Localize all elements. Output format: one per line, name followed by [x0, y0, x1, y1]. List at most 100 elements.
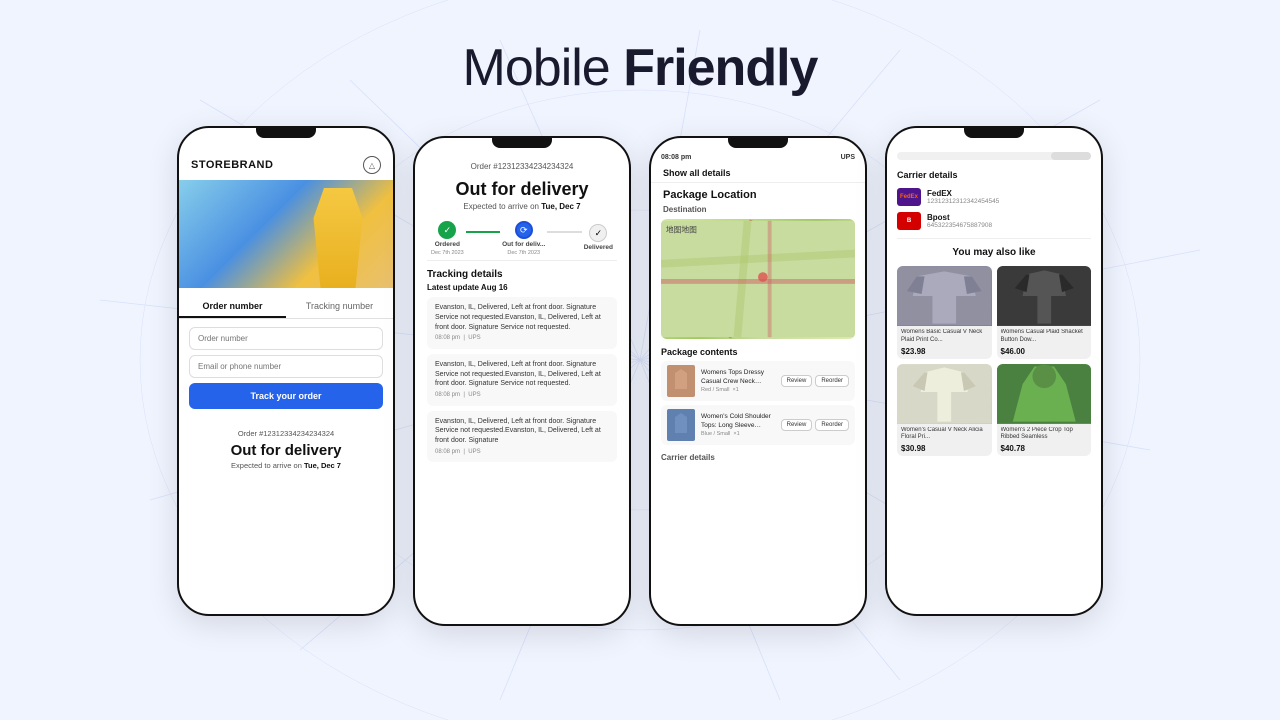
fedex-tracking-num: 12312312312342454545: [927, 198, 999, 205]
phone-2-content: Order #12312334234234324 Out for deliver…: [415, 148, 629, 462]
bpost-name: Bpost: [927, 213, 992, 222]
item-1-actions: Review Reorder: [781, 375, 849, 387]
step-ordered: ✓ Ordered Dec 7th 2023: [431, 221, 464, 256]
bpost-logo: B: [897, 212, 921, 230]
progress-tracker: ✓ Ordered Dec 7th 2023 ⟳ Out for deliv..…: [431, 221, 613, 256]
item-1-thumbnail: [667, 365, 695, 397]
title-regular: Mobile: [463, 39, 624, 97]
product-1: Womens Basic Casual V Neck Plaid Print C…: [897, 266, 992, 359]
tracking-event-1: Evanston, IL, Delivered, Left at front d…: [427, 297, 617, 349]
product-4-name: Women's 2 Piece Crop Top Ribbed Seamless: [1001, 427, 1088, 443]
status-time: 08:08 pm: [661, 154, 691, 161]
hero-figure: [303, 188, 373, 288]
phone-1-header: STOREBRAND △: [179, 138, 393, 180]
svg-text:地图地图: 地图地图: [666, 224, 697, 234]
status-carrier: UPS: [841, 154, 855, 161]
product-2-image: [997, 266, 1092, 326]
carrier-details-label: Carrier details: [651, 449, 865, 462]
item-2-reorder-button[interactable]: Reorder: [815, 419, 849, 431]
product-1-image: [897, 266, 992, 326]
item-2-actions: Review Reorder: [781, 419, 849, 431]
carrier-fedex: FedEx FedEX 12312312312342454545: [897, 188, 1091, 206]
carrier-details-title: Carrier details: [897, 170, 1091, 180]
fedex-info: FedEX 12312312312342454545: [927, 189, 999, 205]
phone-4: Carrier details FedEx FedEX 123123123123…: [885, 126, 1103, 616]
bpost-info: Bpost 645322354675887908: [927, 213, 992, 229]
order-number-display: Order #12312334234234324: [179, 429, 393, 438]
tab-bar: Order number Tracking number: [179, 296, 393, 319]
destination-label: Destination: [651, 203, 865, 216]
phone-2-notch: [492, 138, 552, 148]
step-ordered-date: Dec 7th 2023: [431, 250, 464, 256]
latest-update: Latest update Aug 16: [427, 283, 617, 292]
product-1-price: $23.98: [901, 347, 988, 356]
tab-tracking-number[interactable]: Tracking number: [286, 296, 393, 318]
product-2-info: Womens Casual Plaid Shacket Button Dow..…: [997, 326, 1092, 359]
package-item-1: Womens Tops Dressy Casual Crew Neck Plea…: [661, 361, 855, 401]
you-may-also-like: You may also like: [897, 247, 1091, 258]
eta-date: Tue, Dec 7: [304, 461, 341, 470]
step-delivered: ✓ Delivered: [584, 224, 613, 253]
eta-display: Expected to arrive on Tue, Dec 7: [179, 461, 393, 470]
order-info-section: Order #12312334234234324 Out for deliver…: [179, 425, 393, 474]
tab-order-number[interactable]: Order number: [179, 296, 286, 318]
bpost-tracking-num: 645322354675887908: [927, 222, 992, 229]
phone-3-notch: [728, 138, 788, 148]
phone-3: 08:08 pm UPS Show all details Package Lo…: [649, 136, 867, 626]
event-2-meta: 08:08 pm | UPS: [435, 391, 609, 399]
step-delivery-date: Dec 7th 2023: [507, 250, 540, 256]
event-1-text: Evanston, IL, Delivered, Left at front d…: [435, 304, 601, 331]
map-view: 地图地图: [661, 219, 855, 339]
step-ordered-label: Ordered: [435, 241, 460, 248]
email-phone-input[interactable]: [189, 355, 383, 378]
package-location-title: Package Location: [651, 183, 865, 203]
event-3-meta: 08:08 pm | UPS: [435, 448, 609, 456]
tracking-event-3: Evanston, IL, Delivered, Left at front d…: [427, 411, 617, 463]
product-3-price: $30.98: [901, 444, 988, 453]
item-2-info: Women's Cold Shoulder Tops: Long Sleeve …: [701, 413, 775, 437]
product-3-image: [897, 364, 992, 424]
phones-container: STOREBRAND △ Order number Tracking numbe…: [147, 126, 1133, 626]
event-1-meta: 08:08 pm | UPS: [435, 334, 609, 342]
event-3-text: Evanston, IL, Delivered, Left at front d…: [435, 418, 601, 445]
order-number-input[interactable]: [189, 327, 383, 350]
product-2-name: Womens Casual Plaid Shacket Button Dow..…: [1001, 329, 1088, 345]
item-1-name: Womens Tops Dressy Casual Crew Neck Plea…: [701, 369, 775, 386]
item-1-variant: Red / Small ×1: [701, 387, 775, 393]
item-2-thumbnail: [667, 409, 695, 441]
eta-prefix: Expected to arrive on: [231, 461, 304, 470]
product-3-name: Women's Casual V Neck Alicia Floral Pri.…: [901, 427, 988, 443]
step-done-icon: ✓: [438, 221, 456, 239]
track-form: Track your order: [179, 319, 393, 425]
item-2-name: Women's Cold Shoulder Tops: Long Sleeve …: [701, 413, 775, 430]
event-2-text: Evanston, IL, Delivered, Left at front d…: [435, 361, 601, 388]
tracking-event-2: Evanston, IL, Delivered, Left at front d…: [427, 354, 617, 406]
divider: [897, 238, 1091, 239]
product-4-info: Women's 2 Piece Crop Top Ribbed Seamless…: [997, 424, 1092, 457]
carrier-bpost: B Bpost 645322354675887908: [897, 212, 1091, 230]
item-2-variant: Blue / Small ×1: [701, 431, 775, 437]
item-1-review-button[interactable]: Review: [781, 375, 813, 387]
product-4: Women's 2 Piece Crop Top Ribbed Seamless…: [997, 364, 1092, 457]
page-header: Mobile Friendly: [463, 0, 818, 126]
status-bar: 08:08 pm UPS: [651, 148, 865, 164]
product-4-image: [997, 364, 1092, 424]
item-2-review-button[interactable]: Review: [781, 419, 813, 431]
tracking-title: Tracking details: [427, 269, 617, 280]
step-pending-icon: ✓: [589, 224, 607, 242]
product-1-info: Womens Basic Casual V Neck Plaid Print C…: [897, 326, 992, 359]
phone-4-content: Carrier details FedEx FedEX 123123123123…: [887, 138, 1101, 456]
item-1-reorder-button[interactable]: Reorder: [815, 375, 849, 387]
products-grid: Womens Basic Casual V Neck Plaid Print C…: [897, 266, 1091, 456]
package-item-2: Women's Cold Shoulder Tops: Long Sleeve …: [661, 405, 855, 445]
product-4-price: $40.78: [1001, 444, 1088, 453]
user-avatar-icon[interactable]: △: [363, 156, 381, 174]
progress-line-2: [547, 231, 581, 233]
step-active-icon: ⟳: [515, 221, 533, 239]
item-1-info: Womens Tops Dressy Casual Crew Neck Plea…: [701, 369, 775, 393]
show-all-details[interactable]: Show all details: [651, 164, 865, 183]
track-order-button[interactable]: Track your order: [189, 383, 383, 409]
title-bold: Friendly: [623, 39, 817, 97]
step-out-for-delivery: ⟳ Out for deliv... Dec 7th 2023: [502, 221, 545, 256]
order-ref: Order #12312334234234324: [427, 162, 617, 171]
